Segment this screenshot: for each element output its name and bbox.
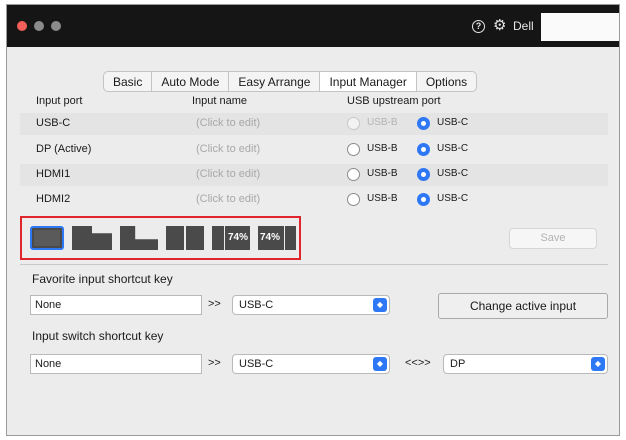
switch-arrow-label: >> (208, 357, 221, 369)
redacted-area (541, 13, 619, 41)
usb-c-radio-label: USB-C (437, 168, 469, 179)
usb-c-radio-label: USB-C (437, 143, 469, 154)
usb-c-radio[interactable] (417, 117, 430, 130)
layout-percent-label: 74% (228, 232, 249, 243)
brand-label: Dell (513, 19, 534, 33)
chevron-updown-icon: ◆ (591, 357, 605, 371)
usb-c-radio-label: USB-C (437, 193, 469, 204)
layout-pane (34, 230, 60, 246)
layout-pane-right (186, 226, 204, 250)
switch-shortcut-key-field[interactable]: None (30, 354, 202, 374)
input-name-field[interactable]: (Click to edit) (196, 143, 260, 155)
layout-pane (285, 226, 296, 250)
table-row: HDMI1 (Click to edit) USB-B USB-C (20, 164, 608, 186)
favorite-shortcut-label: Favorite input shortcut key (32, 272, 173, 286)
input-name-field[interactable]: (Click to edit) (196, 168, 260, 180)
input-port-label: HDMI1 (36, 168, 71, 180)
layout-pbp-l-button[interactable] (120, 226, 158, 250)
tab-bar: Basic Auto Mode Easy Arrange Input Manag… (103, 71, 478, 92)
input-port-label: DP (Active) (36, 143, 92, 155)
usb-c-radio[interactable] (417, 143, 430, 156)
header-usb-upstream: USB upstream port (347, 95, 441, 107)
gear-icon[interactable]: ⚙ (493, 18, 506, 33)
usb-b-radio-label: USB-B (367, 143, 398, 154)
tab-input-manager[interactable]: Input Manager (320, 72, 417, 91)
usb-b-radio-label: USB-B (367, 117, 398, 128)
header-input-port: Input port (36, 95, 83, 107)
usb-c-radio-label: USB-C (437, 117, 469, 128)
minimize-window-button[interactable] (34, 21, 44, 31)
swap-arrows-label: <<>> (405, 357, 431, 369)
table-row: HDMI2 (Click to edit) USB-B USB-C (20, 189, 608, 211)
change-active-input-button[interactable]: Change active input (438, 293, 608, 319)
switch-input-b-select[interactable]: DP ◆ (443, 354, 608, 374)
help-icon[interactable]: ? (472, 20, 485, 33)
favorite-input-select[interactable]: USB-C ◆ (232, 295, 390, 315)
favorite-shortcut-key-field[interactable]: None (30, 295, 202, 315)
favorite-arrow-label: >> (208, 298, 221, 310)
chevron-updown-icon: ◆ (373, 357, 387, 371)
layout-pip-74-b-button[interactable]: 74% (258, 226, 296, 250)
usb-b-radio (347, 117, 360, 130)
tab-auto-mode[interactable]: Auto Mode (152, 72, 230, 91)
layout-pane-left (166, 226, 184, 250)
save-button[interactable]: Save (509, 228, 597, 249)
usb-b-radio[interactable] (347, 168, 360, 181)
input-port-label: USB-C (36, 117, 71, 129)
layout-split-button[interactable] (166, 226, 204, 250)
switch-input-a-select[interactable]: USB-C ◆ (232, 354, 390, 374)
table-row: USB-C (Click to edit) USB-B USB-C (20, 113, 608, 135)
layout-pane (212, 226, 224, 250)
layout-pane (120, 226, 158, 250)
layout-single-button[interactable] (30, 226, 64, 250)
switch-input-a-select-value: USB-C (239, 358, 274, 370)
close-window-button[interactable] (17, 21, 27, 31)
usb-c-radio[interactable] (417, 168, 430, 181)
layout-percent-label: 74% (260, 232, 281, 243)
switch-input-b-select-value: DP (450, 358, 466, 370)
usb-b-radio[interactable] (347, 143, 360, 156)
layout-pane (72, 226, 112, 250)
title-bar: ? ⚙ Dell (7, 5, 619, 47)
usb-b-radio[interactable] (347, 193, 360, 206)
tab-basic[interactable]: Basic (104, 72, 153, 91)
input-port-label: HDMI2 (36, 193, 71, 205)
tab-options[interactable]: Options (417, 72, 476, 91)
header-input-name: Input name (192, 95, 248, 107)
usb-c-radio[interactable] (417, 193, 430, 206)
table-row: DP (Active) (Click to edit) USB-B USB-C (20, 139, 608, 161)
divider (20, 264, 608, 265)
favorite-input-select-value: USB-C (239, 299, 274, 311)
input-name-field[interactable]: (Click to edit) (196, 117, 260, 129)
zoom-window-button[interactable] (51, 21, 61, 31)
input-name-field[interactable]: (Click to edit) (196, 193, 260, 205)
switch-shortcut-label: Input switch shortcut key (32, 329, 164, 343)
tab-easy-arrange[interactable]: Easy Arrange (229, 72, 321, 91)
layout-pip-74-a-button[interactable]: 74% (212, 226, 250, 250)
usb-b-radio-label: USB-B (367, 168, 398, 179)
chevron-updown-icon: ◆ (373, 298, 387, 312)
layout-pbp-corner-button[interactable] (72, 226, 112, 250)
usb-b-radio-label: USB-B (367, 193, 398, 204)
